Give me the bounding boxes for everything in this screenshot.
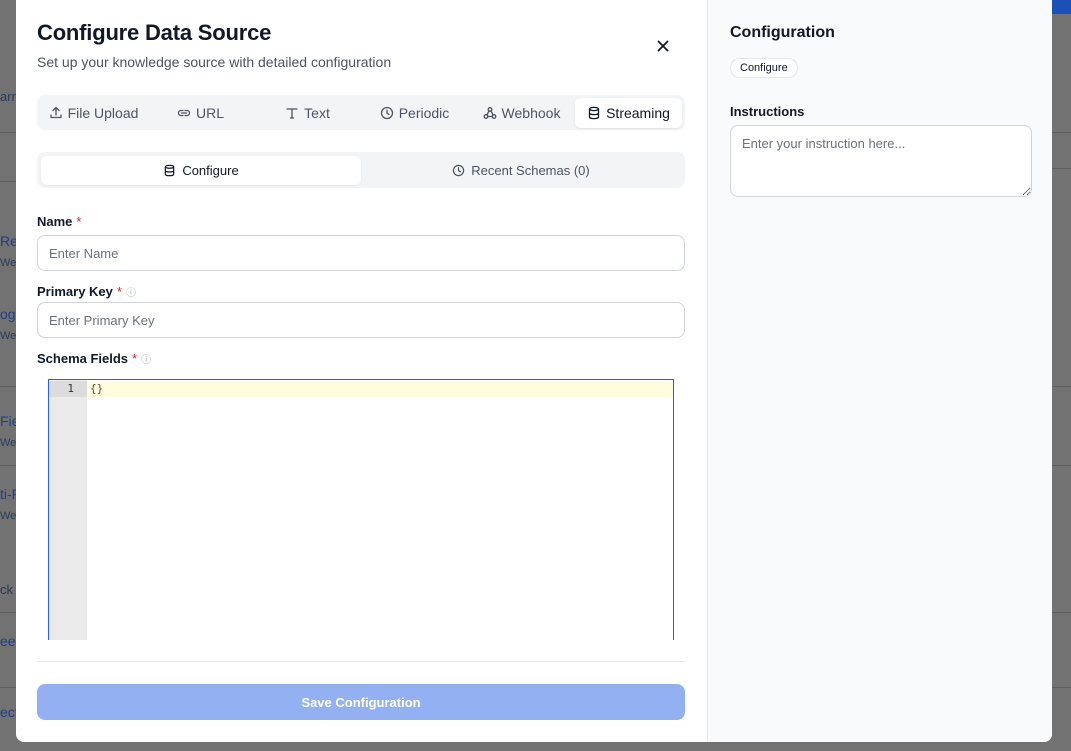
configure-data-source-modal: Configure Data Source Set up your knowle… <box>16 0 1052 742</box>
name-label-text: Name <box>37 214 73 229</box>
instructions-textarea[interactable] <box>730 125 1032 197</box>
required-marker: * <box>76 214 82 229</box>
tab-webhook[interactable]: Webhook <box>468 98 575 128</box>
background-header-strip <box>1052 0 1071 14</box>
tab-configure[interactable]: Configure <box>41 155 361 185</box>
tab-recent-schemas[interactable]: Recent Schemas (0) <box>361 156 681 185</box>
tab-text[interactable]: Text <box>254 98 361 128</box>
required-marker: * <box>116 284 122 299</box>
background-divider <box>1052 687 1071 688</box>
tab-periodic[interactable]: Periodic <box>361 98 468 128</box>
modal-form-pane: Configure Data Source Set up your knowle… <box>16 0 707 742</box>
source-type-tabs: File Upload URL Text Periodic Webhook St… <box>37 95 685 130</box>
tab-label: Streaming <box>606 104 670 121</box>
background-divider <box>1052 465 1071 466</box>
configure-badge: Configure <box>730 58 798 78</box>
database-icon <box>165 164 175 176</box>
tab-label: Webhook <box>501 104 561 121</box>
name-input[interactable] <box>37 235 685 271</box>
close-button[interactable] <box>653 36 673 56</box>
background-divider <box>1052 132 1071 133</box>
configure-sub-tabs: Configure Recent Schemas (0) <box>37 152 685 188</box>
tab-label: File Upload <box>67 104 139 121</box>
name-label: Name * <box>37 214 81 229</box>
primary-key-input[interactable] <box>37 302 685 338</box>
tab-file-upload[interactable]: File Upload <box>40 98 147 128</box>
editor-gutter <box>49 380 87 640</box>
database-icon <box>588 106 600 119</box>
line-number: 1 <box>49 381 87 397</box>
link-icon <box>177 109 191 116</box>
editor-code[interactable]: {} <box>90 381 103 397</box>
clock-icon <box>453 164 465 176</box>
configuration-title: Configuration <box>730 24 835 41</box>
webhook-icon <box>483 106 496 119</box>
background-divider <box>1052 168 1071 169</box>
required-marker: * <box>132 351 138 366</box>
schema-code-editor[interactable]: 1 {} <box>48 379 674 640</box>
modal-title: Configure Data Source <box>37 20 272 45</box>
tab-label: Periodic <box>398 104 450 121</box>
tab-url[interactable]: URL <box>147 98 254 128</box>
tab-label: Configure <box>182 162 239 178</box>
footer-divider <box>37 661 685 662</box>
text-icon <box>286 107 298 119</box>
configuration-panel: Configuration Configure Instructions <box>707 0 1052 742</box>
tab-label: Text <box>304 104 330 121</box>
save-configuration-button[interactable]: Save Configuration <box>37 684 685 720</box>
tab-label: Recent Schemas (0) <box>471 162 590 178</box>
info-icon[interactable]: ⓘ <box>141 351 151 366</box>
tab-streaming[interactable]: Streaming <box>575 97 682 128</box>
background-divider <box>1052 612 1071 613</box>
active-line-highlight <box>87 381 673 397</box>
tab-label: URL <box>195 104 224 121</box>
schema-fields-label-text: Schema Fields <box>37 351 129 366</box>
instructions-label: Instructions <box>730 104 805 119</box>
clock-icon <box>380 106 393 119</box>
upload-icon <box>49 106 62 118</box>
modal-subtitle: Set up your knowledge source with detail… <box>37 54 392 70</box>
primary-key-label: Primary Key * ⓘ <box>37 284 136 299</box>
close-icon <box>657 40 669 52</box>
schema-fields-label: Schema Fields * ⓘ <box>37 351 151 366</box>
primary-key-label-text: Primary Key <box>37 284 113 299</box>
info-icon[interactable]: ⓘ <box>126 284 136 299</box>
background-divider <box>1052 386 1071 387</box>
